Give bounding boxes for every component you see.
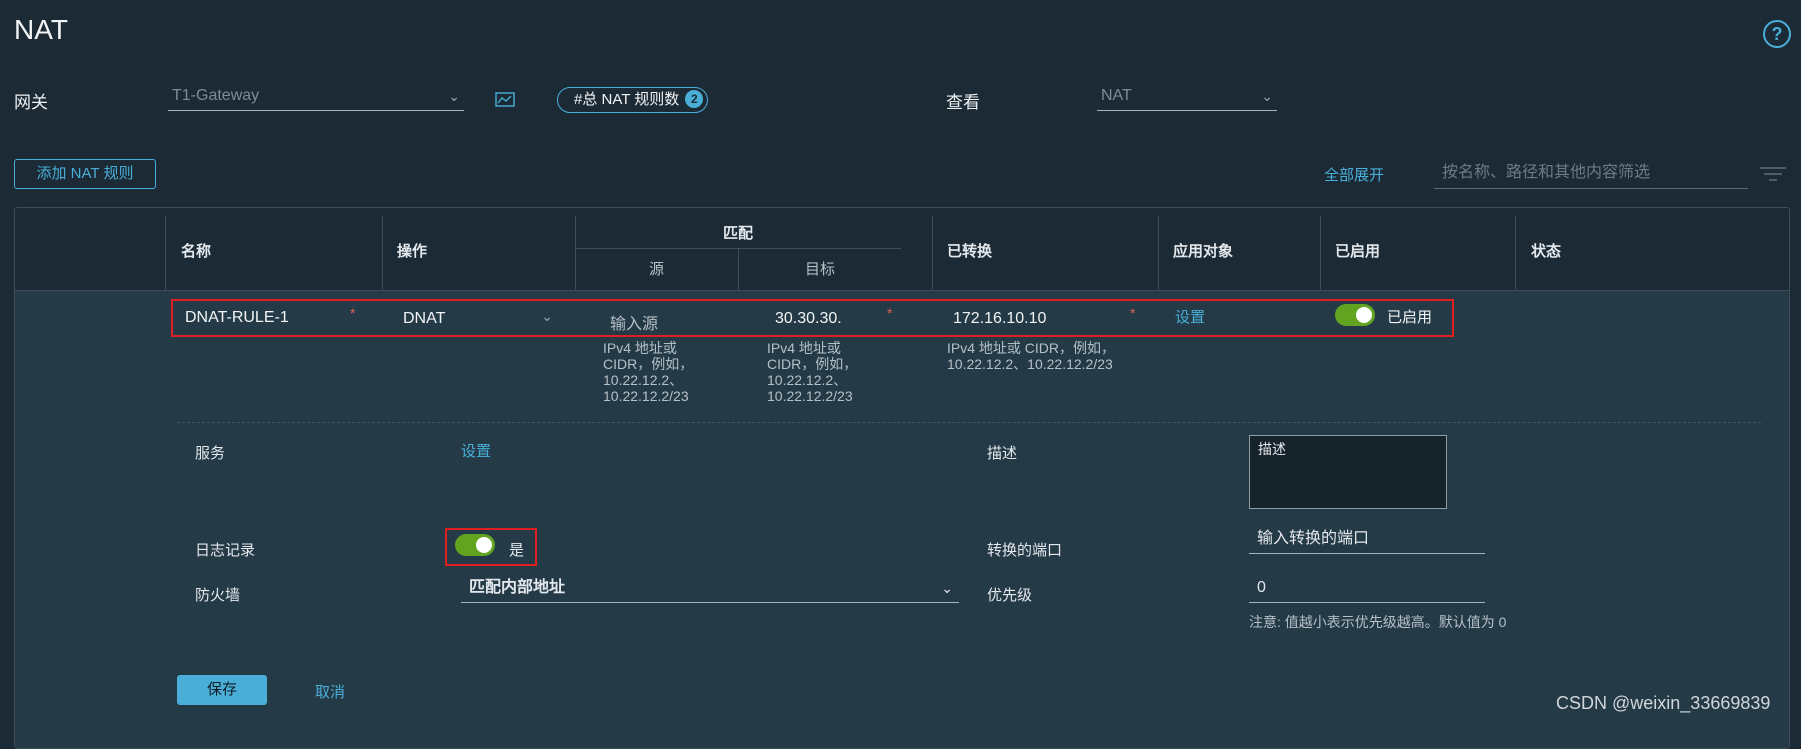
- priority-label: 优先级: [987, 587, 1033, 604]
- gateway-select[interactable]: T1-Gateway ⌄: [168, 84, 464, 111]
- header-enabled: 已启用: [1335, 243, 1381, 260]
- column-divider: [738, 248, 739, 290]
- column-divider: [932, 216, 933, 290]
- column-divider: [1320, 216, 1321, 290]
- rule-name-field[interactable]: DNAT-RULE-1: [185, 309, 289, 327]
- table-header: 名称 操作 匹配 源 目标 已转换 应用对象 已启用 状态: [15, 208, 1789, 291]
- header-action: 操作: [397, 243, 428, 260]
- help-line: 10.22.12.2/23: [767, 388, 853, 404]
- service-set-link[interactable]: 设置: [461, 440, 491, 461]
- firewall-label: 防火墙: [195, 587, 241, 604]
- logging-label: 日志记录: [195, 542, 256, 559]
- chevron-down-icon: ⌄: [541, 308, 553, 324]
- enabled-label: 已启用: [1387, 309, 1433, 326]
- source-input[interactable]: 输入源: [610, 310, 658, 334]
- help-icon[interactable]: ?: [1763, 20, 1791, 48]
- column-divider: [382, 216, 383, 290]
- view-select-value: NAT: [1101, 87, 1132, 104]
- chevron-down-icon: ⌄: [941, 580, 953, 596]
- logging-value: 是: [509, 542, 525, 559]
- rule-count-number: 2: [685, 90, 704, 108]
- gateway-select-value: T1-Gateway: [172, 87, 260, 104]
- help-line: 10.22.12.2、: [603, 372, 684, 388]
- chevron-down-icon: ⌄: [1261, 88, 1273, 104]
- action-select[interactable]: DNAT ⌄: [403, 308, 553, 328]
- rule-count-badge: #总 NAT 规则数 2: [557, 87, 709, 113]
- watermark: CSDN @weixin_33669839: [1556, 693, 1771, 713]
- add-nat-rule-button[interactable]: 添加 NAT 规则: [14, 159, 156, 189]
- help-line: IPv4 地址或: [603, 340, 677, 356]
- cancel-button[interactable]: 取消: [315, 681, 345, 702]
- required-mark: *: [350, 305, 356, 321]
- target-input[interactable]: 30.30.30.: [775, 310, 842, 328]
- help-line: 10.22.12.2/23: [603, 388, 689, 404]
- description-textarea[interactable]: 描述: [1249, 435, 1447, 509]
- column-divider: [1158, 216, 1159, 290]
- required-mark: *: [887, 305, 893, 321]
- action-select-value: DNAT: [403, 310, 446, 327]
- help-line: IPv4 地址或 CIDR，例如，: [947, 340, 1116, 356]
- header-match: 匹配: [723, 225, 754, 242]
- service-label: 服务: [195, 445, 226, 462]
- expand-all-link[interactable]: 全部展开: [1324, 164, 1384, 185]
- translated-port-input[interactable]: 输入转换的端口: [1249, 526, 1485, 554]
- column-divider: [165, 216, 166, 290]
- description-label: 描述: [987, 445, 1018, 462]
- help-line: 10.22.12.2、: [767, 372, 848, 388]
- required-mark: *: [1130, 305, 1136, 321]
- page-title: NAT: [14, 14, 68, 45]
- target-help-text: IPv4 地址或 CIDR，例如， 10.22.12.2、 10.22.12.2…: [767, 340, 857, 404]
- source-help-text: IPv4 地址或 CIDR，例如， 10.22.12.2、 10.22.12.2…: [603, 340, 693, 404]
- rule-count-label: #总 NAT 规则数: [574, 91, 680, 108]
- translated-help-text: IPv4 地址或 CIDR，例如， 10.22.12.2、10.22.12.2/…: [947, 340, 1115, 372]
- header-match-target: 目标: [805, 261, 836, 278]
- section-divider: [177, 422, 1761, 423]
- chevron-down-icon: ⌄: [448, 88, 460, 104]
- column-divider: [575, 216, 576, 290]
- save-button[interactable]: 保存: [177, 675, 267, 705]
- view-label: 查看: [946, 93, 980, 112]
- column-divider: [1515, 216, 1516, 290]
- chart-icon[interactable]: [495, 92, 517, 108]
- enabled-toggle[interactable]: [1335, 304, 1375, 326]
- help-line: 10.22.12.2、10.22.12.2/23: [947, 356, 1113, 372]
- view-select[interactable]: NAT ⌄: [1097, 84, 1277, 111]
- header-name: 名称: [181, 243, 212, 260]
- filter-icon[interactable]: [1760, 166, 1786, 182]
- translated-input[interactable]: 172.16.10.10: [953, 310, 1046, 328]
- filter-input[interactable]: 按名称、路径和其他内容筛选: [1434, 160, 1748, 189]
- firewall-select[interactable]: 匹配内部地址 ⌄: [461, 575, 959, 603]
- header-status: 状态: [1531, 243, 1562, 260]
- header-match-source: 源: [649, 261, 665, 278]
- toggle-knob: [1356, 307, 1372, 323]
- help-line: CIDR，例如，: [603, 356, 694, 372]
- logging-toggle[interactable]: [455, 534, 495, 556]
- header-translated: 已转换: [947, 243, 993, 260]
- header-applied-to: 应用对象: [1173, 243, 1234, 260]
- toggle-knob: [476, 537, 492, 553]
- help-line: CIDR，例如，: [767, 356, 858, 372]
- priority-note: 注意: 值越小表示优先级越高。默认值为 0: [1249, 614, 1507, 630]
- priority-input[interactable]: 0: [1249, 575, 1485, 603]
- gateway-label: 网关: [14, 93, 48, 112]
- firewall-select-value: 匹配内部地址: [469, 579, 566, 596]
- nat-rules-table: 名称 操作 匹配 源 目标 已转换 应用对象 已启用 状态 DNAT-RULE-…: [14, 207, 1790, 749]
- translated-port-label: 转换的端口: [987, 542, 1063, 559]
- applied-to-set-link[interactable]: 设置: [1175, 306, 1205, 327]
- help-line: IPv4 地址或: [767, 340, 841, 356]
